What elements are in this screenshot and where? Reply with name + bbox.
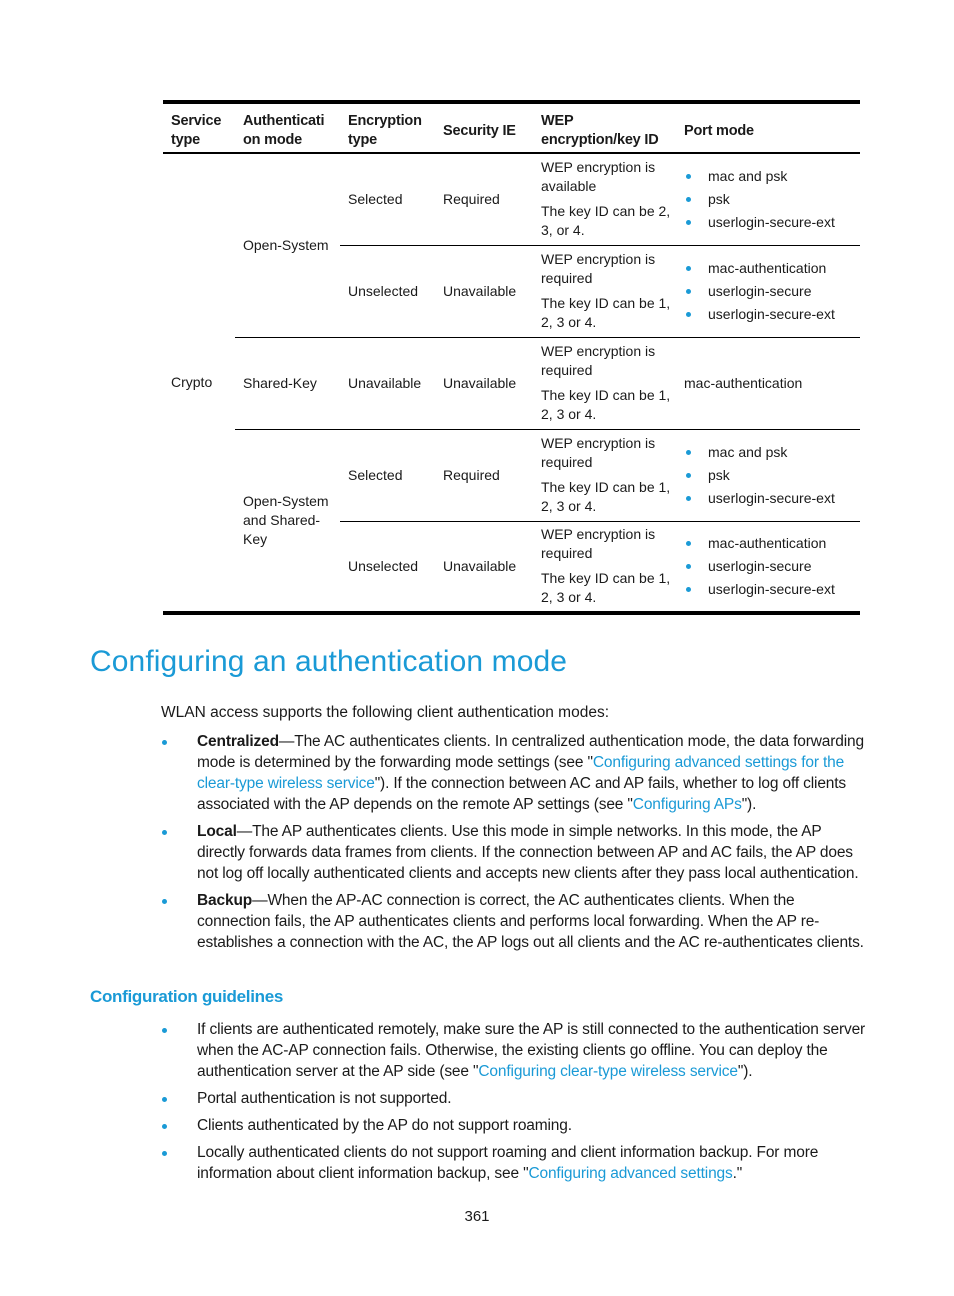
page-number: 361	[464, 1208, 490, 1225]
list-item: Portal authentication is not supported.	[161, 1088, 866, 1109]
list-item-backup: Backup—When the AP-AC connection is corr…	[161, 890, 866, 953]
term-centralized: Centralized	[197, 733, 279, 750]
encryption-type-cell: Unselected	[340, 520, 435, 613]
port-mode-item: psk	[684, 466, 856, 485]
service-type-cell: Crypto	[171, 374, 213, 390]
port-mode-item: psk	[684, 190, 856, 209]
auth-modes-list: Centralized—The AC authenticates clients…	[161, 731, 866, 959]
port-mode-item: userlogin-secure-ext	[684, 305, 856, 324]
crypto-auth-table-wrapper: Service type Authenticati on mode Encryp…	[163, 100, 860, 615]
port-mode-item: userlogin-secure-ext	[684, 489, 856, 508]
encryption-type-cell: Unavailable	[340, 336, 435, 429]
port-mode-item: userlogin-secure-ext	[684, 213, 856, 232]
encryption-type-cell: Selected	[348, 190, 403, 207]
header-port-mode: Port mode	[676, 102, 860, 154]
wep-cell: WEP encryption is available The key ID c…	[533, 153, 676, 245]
mode-description: —The AP authenticates clients. Use this …	[197, 823, 859, 882]
header-security-ie: Security IE	[435, 102, 533, 154]
encryption-type-cell: Unselected	[340, 244, 435, 337]
wep-key-id: The key ID can be 1, 2, 3 or 4.	[541, 570, 671, 606]
security-ie-cell: Required	[435, 428, 533, 521]
header-service-type: Service type	[163, 102, 235, 154]
port-mode-cell: mac-authentication userlogin-secure user…	[676, 520, 860, 613]
port-mode-cell: mac and psk psk userlogin-secure-ext	[676, 153, 860, 245]
wep-cell: WEP encryption is required The key ID ca…	[533, 520, 676, 613]
table-header-row: Service type Authenticati on mode Encryp…	[163, 102, 860, 154]
list-item: If clients are authenticated remotely, m…	[161, 1019, 866, 1082]
port-mode-item: mac-authentication	[684, 259, 856, 278]
wep-availability: WEP encryption is available	[541, 159, 656, 195]
security-ie-cell: Required	[443, 190, 500, 207]
list-item-centralized: Centralized—The AC authenticates clients…	[161, 731, 866, 815]
wep-availability: WEP encryption is required	[541, 435, 656, 470]
wep-key-id: The key ID can be 1, 2, 3 or 4.	[541, 479, 671, 514]
auth-mode-cell: Open-System and Shared-Key	[235, 428, 340, 613]
crypto-auth-table: Service type Authenticati on mode Encryp…	[163, 100, 860, 615]
port-mode-cell: mac-authentication	[676, 336, 860, 429]
list-item: Locally authenticated clients do not sup…	[161, 1142, 866, 1184]
wep-key-id: The key ID can be 1, 2, 3 or 4.	[541, 387, 671, 422]
guideline-text: ").	[737, 1063, 753, 1080]
auth-mode-cell: Shared-Key	[235, 336, 340, 429]
port-mode-item: userlogin-secure	[684, 557, 856, 576]
wep-key-id: The key ID can be 2, 3, or 4.	[541, 203, 671, 239]
port-mode-item: userlogin-secure-ext	[684, 580, 856, 599]
section-title: Configuring an authentication mode	[90, 645, 568, 678]
table-row: Crypto Open-System Selected Required WEP…	[163, 153, 860, 390]
port-mode-item: mac-authentication	[684, 534, 856, 553]
wep-cell: WEP encryption is required The key ID ca…	[533, 336, 676, 429]
mode-description: ").	[741, 796, 757, 813]
list-item: Clients authenticated by the AP do not s…	[161, 1115, 866, 1136]
encryption-type-cell: Selected	[340, 428, 435, 521]
document-page: Service type Authenticati on mode Encryp…	[0, 0, 954, 1296]
header-auth-mode: Authenticati on mode	[235, 102, 340, 154]
list-item-local: Local—The AP authenticates clients. Use …	[161, 821, 866, 884]
security-ie-cell: Unavailable	[435, 520, 533, 613]
guideline-text: Portal authentication is not supported.	[197, 1090, 452, 1107]
security-ie-cell: Unavailable	[435, 336, 533, 429]
auth-mode-cell: Open-System	[243, 236, 329, 253]
wep-availability: WEP encryption is required	[541, 343, 656, 378]
link-configuring-aps[interactable]: Configuring APs	[633, 796, 742, 813]
port-mode-cell: mac and psk psk userlogin-secure-ext	[676, 428, 860, 521]
header-wep: WEP encryption/key ID	[533, 102, 676, 154]
term-local: Local	[197, 823, 237, 840]
wep-availability: WEP encryption is required	[541, 251, 656, 286]
table-row: Open-System and Shared-Key Selected Requ…	[163, 428, 860, 613]
header-encryption-type: Encryption type	[340, 102, 435, 154]
port-mode-cell: mac-authentication userlogin-secure user…	[676, 244, 860, 337]
mode-description: —When the AP-AC connection is correct, t…	[197, 892, 864, 951]
term-backup: Backup	[197, 892, 253, 909]
guidelines-title: Configuration guidelines	[90, 987, 284, 1006]
wep-cell: WEP encryption is required The key ID ca…	[533, 244, 676, 337]
wep-key-id: The key ID can be 1, 2, 3 or 4.	[541, 295, 671, 330]
guideline-text: Clients authenticated by the AP do not s…	[197, 1117, 572, 1134]
port-mode-item: mac and psk	[684, 443, 856, 462]
guideline-text: ."	[732, 1165, 743, 1182]
intro-paragraph: WLAN access supports the following clien…	[161, 704, 610, 721]
link-advanced-settings[interactable]: Configuring advanced settings	[528, 1165, 732, 1182]
port-mode-item: mac and psk	[684, 167, 856, 186]
wep-availability: WEP encryption is required	[541, 526, 656, 562]
port-mode-item: userlogin-secure	[684, 282, 856, 301]
guidelines-list: If clients are authenticated remotely, m…	[161, 1019, 866, 1190]
link-clear-type-wireless-service[interactable]: Configuring clear-type wireless service	[478, 1063, 738, 1080]
security-ie-cell: Unavailable	[435, 244, 533, 337]
wep-cell: WEP encryption is required The key ID ca…	[533, 428, 676, 521]
table-row: Shared-Key Unavailable Unavailable WEP e…	[163, 336, 860, 429]
